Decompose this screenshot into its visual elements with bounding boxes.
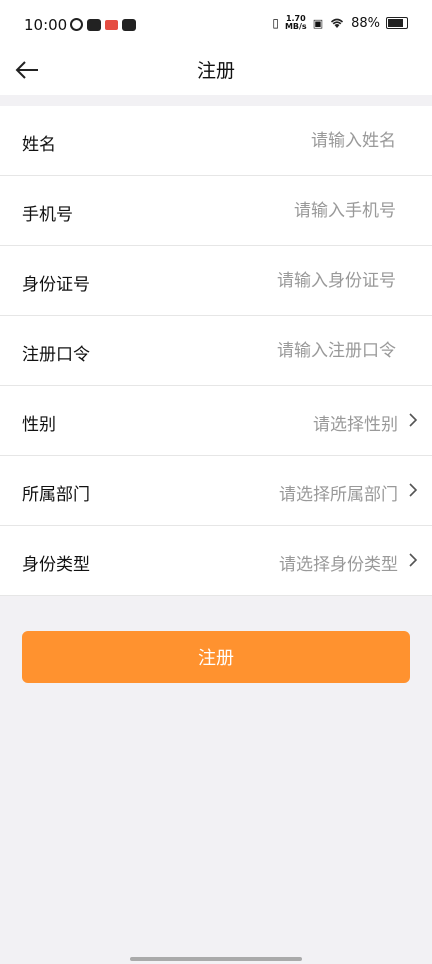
news-notification-icon [105,19,118,30]
sim-icon: ▣ [312,16,324,30]
chevron-right-icon [409,413,418,427]
chevron-right-icon [409,483,418,497]
status-bar: 10:00 ▯ 1.70 MB/s ▣ 88% [0,0,432,50]
sync-icon [70,18,83,31]
register-form: 姓名 手机号 身份证号 注册口令 性别 请选择性别 所属部门 请选择所属部门 身… [0,106,432,596]
register-code-label: 注册口令 [22,345,90,365]
id-number-input[interactable] [174,264,398,298]
wifi-icon [331,18,344,28]
name-row: 姓名 [0,106,432,176]
identity-type-row[interactable]: 身份类型 请选择身份类型 [0,526,432,596]
vibrate-icon: ▯ [272,16,279,30]
phone-row: 手机号 [0,176,432,246]
page-title: 注册 [196,60,235,82]
gender-row[interactable]: 性别 请选择性别 [0,386,432,456]
gender-select[interactable]: 请选择性别 [313,410,398,435]
identity-type-select[interactable]: 请选择身份类型 [279,550,398,575]
department-row[interactable]: 所属部门 请选择所属部门 [0,456,432,526]
home-indicator[interactable] [130,957,302,961]
network-speed-unit: MB/s [284,22,307,31]
id-number-row: 身份证号 [0,246,432,316]
phone-label: 手机号 [22,205,73,225]
nav-bar: 注册 [0,50,432,95]
name-label: 姓名 [22,135,56,155]
notification-icons [70,18,136,31]
status-time: 10:00 [24,16,68,34]
mail-notification-icon [122,18,136,31]
id-number-label: 身份证号 [22,275,90,295]
name-input[interactable] [174,124,398,158]
register-button-label: 注册 [198,648,234,669]
battery-icon [386,17,408,29]
phone-input[interactable] [174,194,398,228]
identity-type-label: 身份类型 [22,555,90,575]
chevron-right-icon [409,553,418,567]
gender-label: 性别 [22,415,56,435]
app-notification-icon [87,18,101,31]
status-right: ▯ 1.70 MB/s ▣ 88% [272,15,408,31]
register-code-row: 注册口令 [0,316,432,386]
battery-percentage: 88% [351,15,380,31]
register-button[interactable]: 注册 [22,631,410,683]
network-speed: 1.70 MB/s [285,15,307,31]
department-select[interactable]: 请选择所属部门 [279,480,398,505]
department-label: 所属部门 [22,485,90,505]
register-code-input[interactable] [174,334,398,368]
